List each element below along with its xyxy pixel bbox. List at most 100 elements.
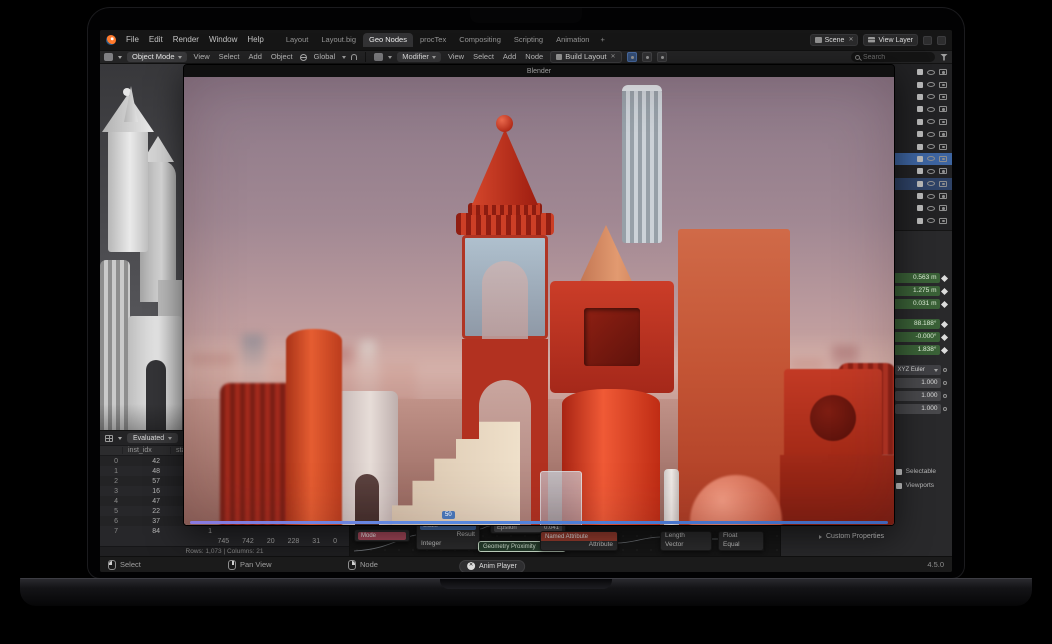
menu-help[interactable]: Help	[243, 34, 267, 46]
keyframe-diamond-icon[interactable]	[941, 320, 948, 327]
node-mix[interactable]: Mode	[354, 529, 410, 542]
disclosure-triangle-icon[interactable]	[819, 535, 822, 539]
selectable-toggle-icon[interactable]	[917, 144, 923, 150]
dataset-dropdown[interactable]: Evaluated	[127, 433, 178, 443]
spreadsheet-editor-icon[interactable]	[105, 435, 113, 442]
hide-eye-icon[interactable]	[927, 132, 935, 137]
selectable-toggle-icon[interactable]	[917, 168, 923, 174]
table-row[interactable]: 7841	[100, 526, 349, 536]
selectable-checkbox-row[interactable]: Selectable	[896, 469, 936, 476]
object-mode-dropdown[interactable]: Object Mode	[127, 52, 187, 63]
selectable-toggle-icon[interactable]	[917, 193, 923, 199]
render-camera-icon[interactable]	[939, 168, 947, 174]
menu-render[interactable]: Render	[169, 34, 203, 46]
keyframe-dot-icon[interactable]	[943, 368, 947, 372]
keyframe-diamond-icon[interactable]	[941, 333, 948, 340]
rotation-y-field[interactable]: -0.000°	[894, 332, 940, 342]
viewport-editor-type-icon[interactable]	[104, 53, 113, 61]
length-operation-label[interactable]: Length	[661, 532, 711, 541]
selectable-toggle-icon[interactable]	[917, 106, 923, 112]
node-header[interactable]: Named Attribute	[541, 532, 617, 541]
keyframe-dot-icon[interactable]	[943, 407, 947, 411]
snap-magnet-icon[interactable]	[351, 54, 357, 60]
selectable-toggle-icon[interactable]	[917, 205, 923, 211]
selectable-toggle-icon[interactable]	[917, 181, 923, 187]
hide-eye-icon[interactable]	[927, 70, 935, 75]
location-z-field[interactable]: 0.031 m	[894, 299, 940, 309]
mode-field[interactable]: Mode	[358, 532, 406, 540]
render-camera-icon[interactable]	[939, 181, 947, 187]
rotation-x-field[interactable]: 88.188°	[894, 319, 940, 329]
equal-operation-label[interactable]: Equal	[719, 541, 763, 550]
hide-eye-icon[interactable]	[927, 82, 935, 87]
hide-eye-icon[interactable]	[927, 181, 935, 186]
selectable-toggle-icon[interactable]	[917, 218, 923, 224]
render-camera-icon[interactable]	[939, 193, 947, 199]
selectable-toggle-icon[interactable]	[917, 94, 923, 100]
node-menu-add[interactable]: Add	[501, 52, 518, 62]
node-tree-type-dropdown[interactable]: Modifier	[397, 52, 441, 63]
menu-edit[interactable]: Edit	[145, 34, 167, 46]
checkbox-icon[interactable]	[896, 483, 902, 489]
render-camera-icon[interactable]	[939, 131, 947, 137]
viewports-checkbox-row[interactable]: Viewports	[896, 483, 934, 490]
location-y-field[interactable]: 1.275 m	[894, 286, 940, 296]
render-window-titlebar[interactable]: Blender	[184, 65, 894, 77]
render-camera-icon[interactable]	[939, 144, 947, 150]
tab-layout-big[interactable]: Layout.big	[315, 33, 362, 48]
menu-window[interactable]: Window	[205, 34, 241, 46]
transform-orientation-dropdown[interactable]: Global	[312, 52, 338, 62]
hide-eye-icon[interactable]	[927, 206, 935, 211]
keyframe-diamond-icon[interactable]	[941, 346, 948, 353]
viewport-menu-select[interactable]: Select	[217, 52, 242, 62]
selectable-toggle-icon[interactable]	[917, 119, 923, 125]
viewport-menu-view[interactable]: View	[192, 52, 212, 62]
render-result-view[interactable]: 50	[184, 77, 894, 526]
render-camera-icon[interactable]	[939, 82, 947, 88]
filter-funnel-icon[interactable]	[940, 54, 948, 61]
render-camera-icon[interactable]	[939, 205, 947, 211]
node-menu-select[interactable]: Select	[471, 52, 496, 62]
tab-layout[interactable]: Layout	[280, 33, 315, 48]
keyframe-diamond-icon[interactable]	[941, 274, 948, 281]
render-camera-icon[interactable]	[939, 94, 947, 100]
render-camera-icon[interactable]	[939, 119, 947, 125]
viewport-menu-object[interactable]: Object	[269, 52, 295, 62]
render-camera-icon[interactable]	[939, 106, 947, 112]
playback-progress-bar[interactable]	[190, 521, 888, 524]
hide-eye-icon[interactable]	[927, 218, 935, 223]
anim-player-button[interactable]: ✕ Anim Player	[459, 560, 525, 573]
keyframe-dot-icon[interactable]	[943, 381, 947, 385]
column-header-inst-idx[interactable]: inst_idx	[122, 447, 170, 454]
hide-eye-icon[interactable]	[927, 119, 935, 124]
tab-animation[interactable]: Animation	[550, 33, 595, 48]
render-camera-icon[interactable]	[939, 156, 947, 162]
menu-file[interactable]: File	[122, 34, 143, 46]
stop-icon[interactable]: ✕	[467, 562, 475, 570]
scale-x-field[interactable]: 1.000	[895, 378, 941, 388]
node-menu-view[interactable]: View	[446, 52, 466, 62]
render-camera-icon[interactable]	[939, 218, 947, 224]
remove-view-layer-icon[interactable]	[937, 36, 946, 45]
unlink-node-group-icon[interactable]: ✕	[610, 54, 616, 60]
node-group-name-field[interactable]: Build Layout ✕	[550, 51, 621, 64]
blender-logo-icon[interactable]	[106, 35, 116, 45]
hide-eye-icon[interactable]	[927, 194, 935, 199]
hide-eye-icon[interactable]	[927, 94, 935, 99]
keyframe-diamond-icon[interactable]	[941, 300, 948, 307]
tab-compositing[interactable]: Compositing	[453, 33, 507, 48]
hide-eye-icon[interactable]	[927, 156, 935, 161]
rotation-z-field[interactable]: 1.838°	[894, 345, 940, 355]
node-compare[interactable]: Float Equal	[718, 531, 764, 551]
table-row[interactable]: 745 742 20 228 31 0	[100, 536, 349, 546]
tab-proctex[interactable]: procTex	[414, 33, 452, 48]
pin-toggle-icon[interactable]	[657, 52, 667, 62]
scale-y-field[interactable]: 1.000	[895, 391, 941, 401]
rotation-mode-dropdown[interactable]: XYZ Euler	[895, 365, 941, 375]
tab-scripting[interactable]: Scripting	[508, 33, 549, 48]
overlays-toggle-icon[interactable]	[642, 52, 652, 62]
node-editor-type-icon[interactable]	[374, 53, 383, 61]
keyframe-diamond-icon[interactable]	[941, 287, 948, 294]
scale-z-field[interactable]: 1.000	[895, 404, 941, 414]
new-view-layer-icon[interactable]	[923, 36, 932, 45]
